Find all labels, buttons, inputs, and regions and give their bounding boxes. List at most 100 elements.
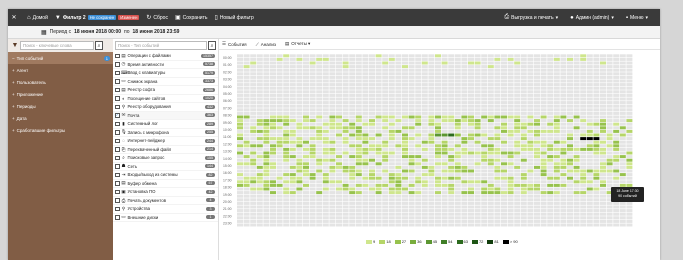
heatmap-cell[interactable] [369, 209, 375, 213]
heatmap-cell[interactable] [256, 162, 263, 166]
heatmap-cell[interactable] [580, 219, 587, 223]
heatmap-cell[interactable] [329, 144, 336, 148]
heatmap-cell[interactable] [250, 155, 257, 159]
heatmap-cell[interactable] [448, 180, 455, 184]
heatmap-cell[interactable] [303, 97, 309, 101]
heatmap-cell[interactable] [369, 162, 375, 166]
event-type-checkbox[interactable] [115, 104, 120, 109]
heatmap-cell[interactable] [349, 133, 356, 137]
heatmap-cell[interactable] [256, 194, 263, 198]
heatmap-cell[interactable] [441, 133, 448, 137]
heatmap-cell[interactable] [527, 54, 534, 58]
heatmap-cell[interactable] [342, 198, 349, 202]
heatmap-cell[interactable] [507, 173, 514, 177]
heatmap-cell[interactable] [296, 115, 303, 119]
heatmap-cell[interactable] [421, 65, 428, 69]
heatmap-cell[interactable] [243, 191, 250, 195]
heatmap-cell[interactable] [270, 191, 276, 195]
heatmap-cell[interactable] [540, 72, 547, 76]
heatmap-cell[interactable] [448, 151, 455, 155]
heatmap-cell[interactable] [256, 61, 263, 65]
heatmap-cell[interactable] [435, 162, 441, 166]
heatmap-cell[interactable] [487, 162, 494, 166]
heatmap-cell[interactable] [375, 155, 382, 159]
heatmap-cell[interactable] [342, 119, 349, 123]
heatmap-cell[interactable] [303, 212, 309, 216]
heatmap-cell[interactable] [567, 119, 573, 123]
heatmap-cell[interactable] [520, 126, 527, 130]
heatmap-cell[interactable] [573, 165, 580, 169]
heatmap-cell[interactable] [580, 198, 587, 202]
heatmap-cell[interactable] [454, 201, 461, 205]
heatmap-cell[interactable] [408, 65, 415, 69]
heatmap-cell[interactable] [619, 169, 626, 173]
heatmap-cell[interactable] [468, 133, 474, 137]
heatmap-cell[interactable] [560, 111, 567, 115]
heatmap-cell[interactable] [355, 54, 362, 58]
heatmap-cell[interactable] [428, 68, 435, 72]
heatmap-cell[interactable] [408, 97, 415, 101]
heatmap-cell[interactable] [534, 155, 540, 159]
heatmap-cell[interactable] [520, 115, 527, 119]
heatmap-cell[interactable] [303, 93, 309, 97]
heatmap-cell[interactable] [421, 169, 428, 173]
heatmap-cell[interactable] [468, 68, 474, 72]
heatmap-cell[interactable] [237, 223, 243, 227]
heatmap-cell[interactable] [600, 97, 606, 101]
heatmap-cell[interactable] [573, 86, 580, 90]
heatmap-cell[interactable] [408, 115, 415, 119]
heatmap-cell[interactable] [468, 57, 474, 61]
heatmap-cell[interactable] [250, 180, 257, 184]
heatmap-cell[interactable] [270, 68, 276, 72]
heatmap-cell[interactable] [362, 137, 369, 141]
heatmap-cell[interactable] [428, 183, 435, 187]
heatmap-cell[interactable] [494, 155, 501, 159]
heatmap-cell[interactable] [402, 144, 408, 148]
heatmap-cell[interactable] [349, 75, 356, 79]
heatmap-cell[interactable] [600, 144, 606, 148]
heatmap-cell[interactable] [289, 198, 296, 202]
heatmap-cell[interactable] [613, 86, 620, 90]
heatmap-cell[interactable] [547, 65, 554, 69]
heatmap-cell[interactable] [580, 191, 587, 195]
heatmap-cell[interactable] [342, 187, 349, 191]
heatmap-cell[interactable] [375, 54, 382, 58]
heatmap-cell[interactable] [573, 90, 580, 94]
heatmap-cell[interactable] [553, 144, 560, 148]
heatmap-cell[interactable] [626, 219, 633, 223]
heatmap-cell[interactable] [626, 158, 633, 162]
heatmap-cell[interactable] [316, 176, 323, 180]
heatmap-cell[interactable] [388, 75, 395, 79]
heatmap-cell[interactable] [263, 93, 270, 97]
heatmap-cell[interactable] [553, 115, 560, 119]
heatmap-cell[interactable] [243, 205, 250, 209]
heatmap-cell[interactable] [514, 180, 521, 184]
heatmap-cell[interactable] [329, 75, 336, 79]
heatmap-cell[interactable] [415, 194, 422, 198]
heatmap-cell[interactable] [474, 79, 481, 83]
heatmap-cell[interactable] [435, 180, 441, 184]
heatmap-cell[interactable] [501, 151, 507, 155]
heatmap-cell[interactable] [494, 101, 501, 105]
heatmap-cell[interactable] [441, 151, 448, 155]
heatmap-cell[interactable] [369, 79, 375, 83]
heatmap-cell[interactable] [283, 198, 290, 202]
heatmap-cell[interactable] [474, 165, 481, 169]
heatmap-cell[interactable] [296, 72, 303, 76]
heatmap-cell[interactable] [428, 212, 435, 216]
heatmap-cell[interactable] [316, 68, 323, 72]
heatmap-cell[interactable] [369, 144, 375, 148]
heatmap-cell[interactable] [461, 187, 468, 191]
heatmap-cell[interactable] [322, 93, 329, 97]
heatmap-cell[interactable] [520, 187, 527, 191]
heatmap-cell[interactable] [336, 54, 342, 58]
heatmap-cell[interactable] [316, 162, 323, 166]
heatmap-cell[interactable] [289, 176, 296, 180]
heatmap-cell[interactable] [415, 75, 422, 79]
heatmap-cell[interactable] [250, 198, 257, 202]
heatmap-cell[interactable] [580, 165, 587, 169]
heatmap-cell[interactable] [382, 155, 389, 159]
heatmap-cell[interactable] [474, 201, 481, 205]
heatmap-cell[interactable] [507, 191, 514, 195]
heatmap-cell[interactable] [606, 101, 613, 105]
